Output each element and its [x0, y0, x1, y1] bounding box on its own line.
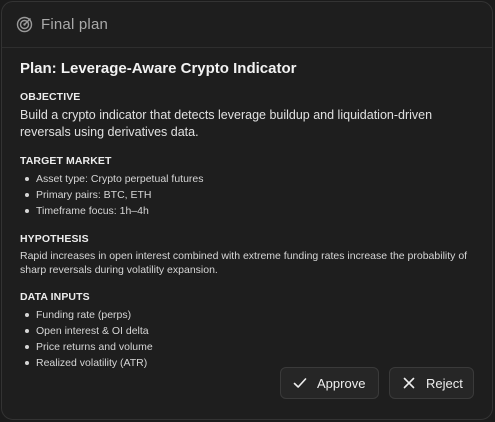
plan-content: Plan: Leverage-Aware Crypto Indicator OB…: [2, 48, 492, 371]
approve-button[interactable]: Approve: [280, 367, 379, 399]
bullet-icon: [25, 329, 29, 333]
list-item: Price returns and volume: [20, 339, 474, 355]
hypothesis-heading: HYPOTHESIS: [20, 233, 89, 245]
action-buttons: Approve Reject: [280, 367, 474, 399]
list-item-text: Open interest & OI delta: [36, 325, 149, 337]
panel-header: Final plan: [2, 2, 492, 48]
list-item: Primary pairs: BTC, ETH: [20, 187, 474, 203]
list-item-text: Asset type: Crypto perpetual futures: [36, 173, 204, 185]
list-item-text: Realized volatility (ATR): [36, 357, 148, 369]
reject-label: Reject: [426, 375, 463, 391]
data-inputs-list: Funding rate (perps) Open interest & OI …: [20, 307, 474, 371]
final-plan-panel: Final plan Plan: Leverage-Aware Crypto I…: [1, 1, 493, 420]
list-item: Funding rate (perps): [20, 307, 474, 323]
bullet-icon: [25, 209, 29, 213]
data-inputs-heading: DATA INPUTS: [20, 291, 90, 303]
hypothesis-text: Rapid increases in open interest combine…: [20, 250, 468, 276]
list-item: Open interest & OI delta: [20, 323, 474, 339]
bullet-icon: [25, 193, 29, 197]
bullet-icon: [25, 177, 29, 181]
list-item-text: Funding rate (perps): [36, 309, 132, 321]
plan-title: Plan: Leverage-Aware Crypto Indicator: [20, 60, 297, 77]
x-icon: [402, 376, 416, 390]
target-icon: [16, 16, 33, 33]
panel-title: Final plan: [41, 16, 109, 33]
reject-button[interactable]: Reject: [389, 367, 474, 399]
list-item-text: Price returns and volume: [36, 341, 153, 353]
target-market-list: Asset type: Crypto perpetual futures Pri…: [20, 171, 474, 219]
bullet-icon: [25, 345, 29, 349]
list-item: Asset type: Crypto perpetual futures: [20, 171, 474, 187]
approve-label: Approve: [317, 375, 366, 391]
objective-text: Build a crypto indicator that detects le…: [20, 108, 433, 139]
bullet-icon: [25, 361, 29, 365]
list-item: Timeframe focus: 1h–4h: [20, 203, 474, 219]
target-market-heading: TARGET MARKET: [20, 155, 112, 167]
list-item-text: Timeframe focus: 1h–4h: [36, 205, 149, 217]
bullet-icon: [25, 313, 29, 317]
list-item-text: Primary pairs: BTC, ETH: [36, 189, 152, 201]
objective-heading: OBJECTIVE: [20, 91, 81, 103]
check-icon: [293, 376, 307, 390]
